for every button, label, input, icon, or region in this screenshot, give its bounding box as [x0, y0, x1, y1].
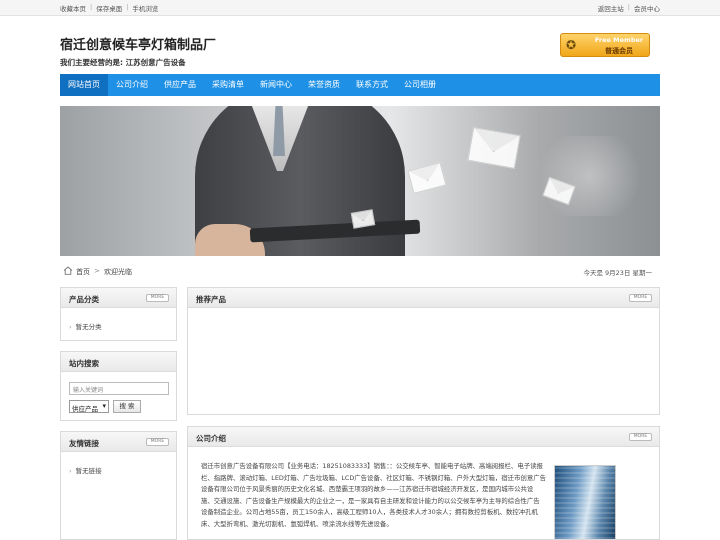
top-links-left: 收藏本页 | 保存桌面 | 手机浏览	[60, 3, 158, 13]
box-header: 推荐产品 MORE	[188, 288, 659, 308]
nav-item-album[interactable]: 公司相册	[396, 74, 444, 96]
company-intro-text: 宿迁市创意广告设备有限公司【业务电话：18251083333】销售：：公交候车亭…	[201, 462, 546, 528]
breadcrumb: 首页 > 欢迎光临 今天是 9月23日 星期一	[60, 265, 660, 279]
list-item[interactable]: 暂无分类	[69, 321, 102, 331]
nav-item-news[interactable]: 新闻中心	[252, 74, 300, 96]
envelope-icon	[407, 162, 447, 194]
box-title: 产品分类	[69, 295, 99, 304]
main-nav: 网站首页 公司介绍 供应产品 采购清单 新闻中心 荣誉资质 联系方式 公司相册	[60, 74, 660, 96]
mobile-link[interactable]: 手机浏览	[132, 3, 158, 13]
box-title: 公司介绍	[196, 434, 226, 443]
site-search-box: 站内搜索 输入关键词 供应产品 搜 索	[60, 351, 177, 421]
search-input[interactable]: 输入关键词	[69, 382, 169, 395]
member-badge-line2: 普通会员	[605, 47, 633, 55]
separator: |	[627, 3, 630, 11]
envelope-icon	[467, 127, 521, 169]
site-title: 宿迁创意候车亭灯箱制品厂	[60, 38, 217, 53]
bookmark-link[interactable]: 收藏本页	[60, 3, 86, 13]
company-intro-box: 公司介绍 MORE 宿迁市创意广告设备有限公司【业务电话：18251083333…	[187, 426, 660, 540]
member-badge-line1: Free Member	[594, 36, 644, 44]
member-badge: ✪ Free Member 普通会员	[560, 33, 650, 57]
site-header: 宿迁创意候车亭灯箱制品厂 我们主要经营的是: 江苏创意广告设备	[60, 34, 216, 68]
home-icon	[63, 266, 73, 275]
box-header: 公司介绍 MORE	[188, 427, 659, 447]
more-button[interactable]: MORE	[629, 294, 652, 302]
product-categories-box: 产品分类 MORE 暂无分类	[60, 287, 177, 341]
search-type-select[interactable]: 供应产品	[69, 400, 109, 413]
more-button[interactable]: MORE	[146, 294, 169, 302]
breadcrumb-arrow: >	[94, 267, 100, 275]
nav-item-products[interactable]: 供应产品	[156, 74, 204, 96]
more-button[interactable]: MORE	[629, 433, 652, 441]
box-title: 推荐产品	[196, 295, 226, 304]
recommended-products-box: 推荐产品 MORE	[187, 287, 660, 415]
breadcrumb-current: 欢迎光临	[104, 268, 132, 276]
top-bar: 收藏本页 | 保存桌面 | 手机浏览 返回主站 | 会员中心	[0, 0, 720, 16]
breadcrumb-home[interactable]: 首页	[76, 267, 90, 277]
friend-links-box: 友情链接 MORE 暂无链接	[60, 431, 177, 540]
world-map-graphic	[530, 136, 650, 216]
box-title: 站内搜索	[69, 359, 99, 368]
separator: |	[90, 3, 93, 11]
nav-item-purchase[interactable]: 采购清单	[204, 74, 252, 96]
list-item[interactable]: 暂无链接	[69, 465, 102, 475]
nav-item-home[interactable]: 网站首页	[60, 74, 108, 96]
box-header: 产品分类 MORE	[61, 288, 176, 308]
member-center-link[interactable]: 会员中心	[634, 3, 660, 13]
separator: |	[126, 3, 129, 11]
top-links-right: 返回主站 | 会员中心	[598, 3, 660, 13]
company-building-image	[554, 465, 616, 539]
search-button[interactable]: 搜 索	[113, 400, 141, 413]
search-type-value: 供应产品	[72, 405, 98, 413]
box-header: 站内搜索	[61, 352, 176, 372]
main-site-link[interactable]: 返回主站	[598, 3, 624, 13]
save-desktop-link[interactable]: 保存桌面	[96, 3, 122, 13]
hero-banner	[60, 106, 660, 256]
today-date: 今天是 9月23日 星期一	[583, 269, 652, 277]
medal-icon: ✪	[566, 38, 577, 52]
nav-item-contact[interactable]: 联系方式	[348, 74, 396, 96]
box-header: 友情链接 MORE	[61, 432, 176, 452]
nav-item-about[interactable]: 公司介绍	[108, 74, 156, 96]
site-subtitle: 我们主要经营的是: 江苏创意广告设备	[60, 58, 186, 67]
nav-item-honors[interactable]: 荣誉资质	[300, 74, 348, 96]
more-button[interactable]: MORE	[146, 438, 169, 446]
box-title: 友情链接	[69, 439, 99, 448]
